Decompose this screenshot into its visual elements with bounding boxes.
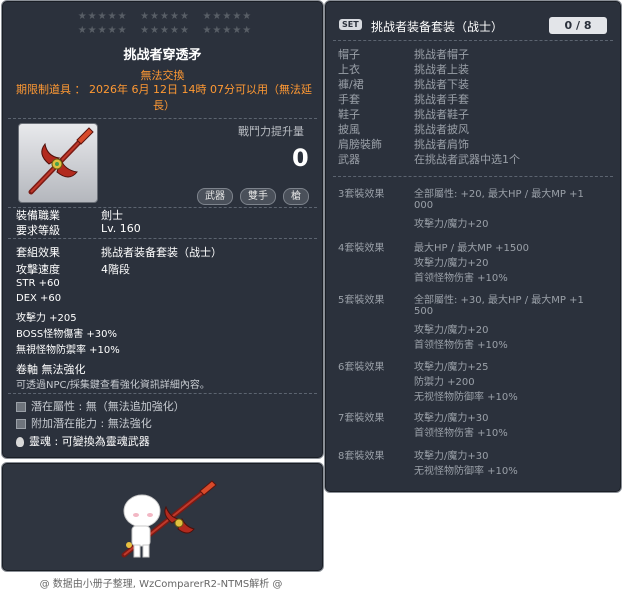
set-count: 0 / 8 — [549, 17, 607, 34]
slot-label: 帽子 — [338, 48, 360, 61]
set-slot-row: 肩膀裝飾 挑战者肩饰 — [338, 136, 469, 152]
slot-item-name: 挑战者上装 — [414, 63, 469, 76]
tag-two-handed: 雙手 — [240, 188, 276, 205]
character-preview-panel — [1, 462, 324, 572]
set-bonus-label: 6套裝效果 — [338, 362, 385, 373]
set-bonus-line: 防禦力 +200 — [414, 377, 475, 388]
soul-row: 靈魂 : 可變換為靈魂武器 — [16, 433, 150, 449]
set-slot-row: 武器 在挑战者武器中选1个 — [338, 151, 520, 167]
set-bonus-line: 攻擊力/魔力+25 — [414, 362, 489, 373]
set-bonus-line: 000 — [414, 200, 434, 211]
slot-label: 上衣 — [338, 63, 360, 76]
set-bonus-line: 无视怪物防御率 +10% — [414, 466, 518, 477]
set-bonus-label: 7套裝效果 — [338, 413, 385, 424]
set-bonus-line: 500 — [414, 306, 434, 317]
set-slot-row: 帽子 挑战者帽子 — [338, 46, 469, 62]
stat-attack: 攻擊力 +205 — [16, 313, 77, 324]
credit-text: @ 数据由小册子整理, WzComparerR2-NTMS解析 @ — [39, 579, 283, 590]
req-level-row: 要求等級 Lv. 160 — [16, 222, 141, 238]
slot-item-name: 在挑战者武器中选1个 — [414, 153, 520, 166]
set-bonus-line: 首领怪物伤害 +10% — [414, 340, 508, 351]
divider — [333, 176, 613, 177]
item-tooltip-panel: ★★★★★ ★★★★★ ★★★★★ ★★★★★ ★★★★★ ★★★★★ 挑战者穿… — [1, 0, 324, 459]
divider — [8, 393, 317, 394]
job-label: 裝備職業 — [16, 209, 60, 222]
attack-speed-label: 攻擊速度 — [16, 263, 60, 276]
item-name: 挑战者穿透矛 — [123, 48, 202, 63]
set-bonus-line: 全部屬性: +30, 最大HP / 最大MP +1 — [414, 295, 584, 306]
set-effect-label: 套組效果 — [16, 246, 60, 259]
slot-item-name: 挑战者下装 — [414, 78, 469, 91]
stat-boss-damage: BOSS怪物傷害 +30% — [16, 329, 118, 340]
star-force-stars: ★★★★★ ★★★★★ ★★★★★ ★★★★★ ★★★★★ ★★★★★ — [77, 11, 253, 36]
set-bonus-line: 攻擊力/魔力+20 — [414, 325, 489, 336]
slot-item-name: 挑战者鞋子 — [414, 108, 469, 121]
trade-status: 無法交換 — [140, 69, 185, 82]
tag-spear: 槍 — [283, 188, 309, 205]
set-effect-value: 挑战者装备套装（战士） — [101, 246, 222, 259]
level-label: 要求等級 — [16, 224, 60, 237]
power-value: 0 — [292, 144, 309, 172]
divider — [8, 118, 317, 119]
set-effect-row: 套組效果 挑战者装备套装（战士） — [16, 244, 222, 260]
power-label: 戰鬥力提升量 — [238, 125, 304, 138]
set-bonus-line: 无视怪物防御率 +10% — [414, 392, 518, 403]
potential-text: 潛在屬性 : 無（無法追加強化） — [31, 400, 185, 413]
slot-label: 披風 — [338, 123, 360, 136]
set-bonus-line: 首领怪物伤害 +10% — [414, 273, 508, 284]
set-bonus-label: 3套裝效果 — [338, 189, 385, 200]
character-avatar — [121, 480, 217, 558]
divider — [8, 238, 317, 239]
stat-ignore-defense: 無視怪物防禦率 +10% — [16, 345, 120, 356]
set-slot-row: 手套 挑战者手套 — [338, 91, 469, 107]
set-bonus-line: 全部屬性: +20, 最大HP / 最大MP +1 — [414, 189, 584, 200]
slot-label: 鞋子 — [338, 108, 360, 121]
set-bonus-label: 4套裝效果 — [338, 243, 385, 254]
req-job-row: 裝備職業 劍士 — [16, 207, 123, 223]
set-bonus-line: 最大HP / 最大MP +1500 — [414, 243, 529, 254]
tag-weapon: 武器 — [197, 188, 233, 205]
stat-str: STR +60 — [16, 278, 60, 289]
attack-speed-value: 4階段 — [101, 263, 130, 276]
set-bonus-label: 8套裝效果 — [338, 451, 385, 462]
slot-label: 肩膀裝飾 — [338, 138, 382, 151]
divider — [333, 40, 613, 41]
spear-icon — [28, 127, 94, 195]
set-bonus-line: 攻擊力/魔力+30 — [414, 413, 489, 424]
set-bonus-label: 5套裝效果 — [338, 295, 385, 306]
job-value: 劍士 — [101, 209, 123, 222]
set-slot-row: 上衣 挑战者上装 — [338, 61, 469, 77]
slot-item-name: 挑战者肩饰 — [414, 138, 469, 151]
stat-dex: DEX +60 — [16, 293, 62, 304]
attack-speed-row: 攻擊速度 4階段 — [16, 261, 130, 277]
set-slot-row: 鞋子 挑战者鞋子 — [338, 106, 469, 122]
item-icon — [18, 123, 98, 203]
bonus-potential-row: 附加潛在能力 : 無法強化 — [16, 415, 152, 431]
level-value: Lv. 160 — [101, 222, 141, 235]
set-slot-row: 褲/裙 挑战者下装 — [338, 76, 469, 92]
slot-label: 武器 — [338, 153, 360, 166]
bonus-potential-icon — [16, 419, 26, 429]
scroll-desc: 可透過NPC/採集鍵查看強化資訊詳細內容。 — [16, 380, 210, 391]
set-bonus-line: 首领怪物伤害 +10% — [414, 428, 508, 439]
soul-text: 靈魂 : 可變換為靈魂武器 — [29, 435, 150, 448]
slot-item-name: 挑战者帽子 — [414, 48, 469, 61]
set-bonus-line: 攻擊力/魔力+20 — [414, 258, 489, 269]
potential-icon — [16, 402, 26, 412]
set-tooltip-panel: SET 挑战者装备套装（战士） 0 / 8 帽子 挑战者帽子 上衣 挑战者上装 褲/裙挑… — [324, 0, 622, 493]
scroll-title: 卷軸 無法強化 — [16, 363, 86, 376]
set-badge: SET — [339, 19, 362, 30]
slot-item-name: 挑战者披风 — [414, 123, 469, 136]
bonus-potential-text: 附加潛在能力 : 無法強化 — [31, 417, 152, 430]
slot-item-name: 挑战者手套 — [414, 93, 469, 106]
potential-row: 潛在屬性 : 無（無法追加強化） — [16, 398, 185, 414]
expire-text: 期限制道具 ： 2026年 6月 12日 14時 07分可以用（無法延長） — [16, 83, 312, 112]
set-bonus-line: 攻擊力/魔力+20 — [414, 219, 489, 230]
slot-label: 手套 — [338, 93, 360, 106]
slot-label: 褲/裙 — [338, 78, 364, 91]
set-bonus-line: 攻擊力/魔力+30 — [414, 451, 489, 462]
soul-flame-icon — [16, 437, 24, 447]
set-slot-row: 披風 挑战者披风 — [338, 121, 469, 137]
set-title: 挑战者装备套装（战士） — [371, 20, 504, 34]
